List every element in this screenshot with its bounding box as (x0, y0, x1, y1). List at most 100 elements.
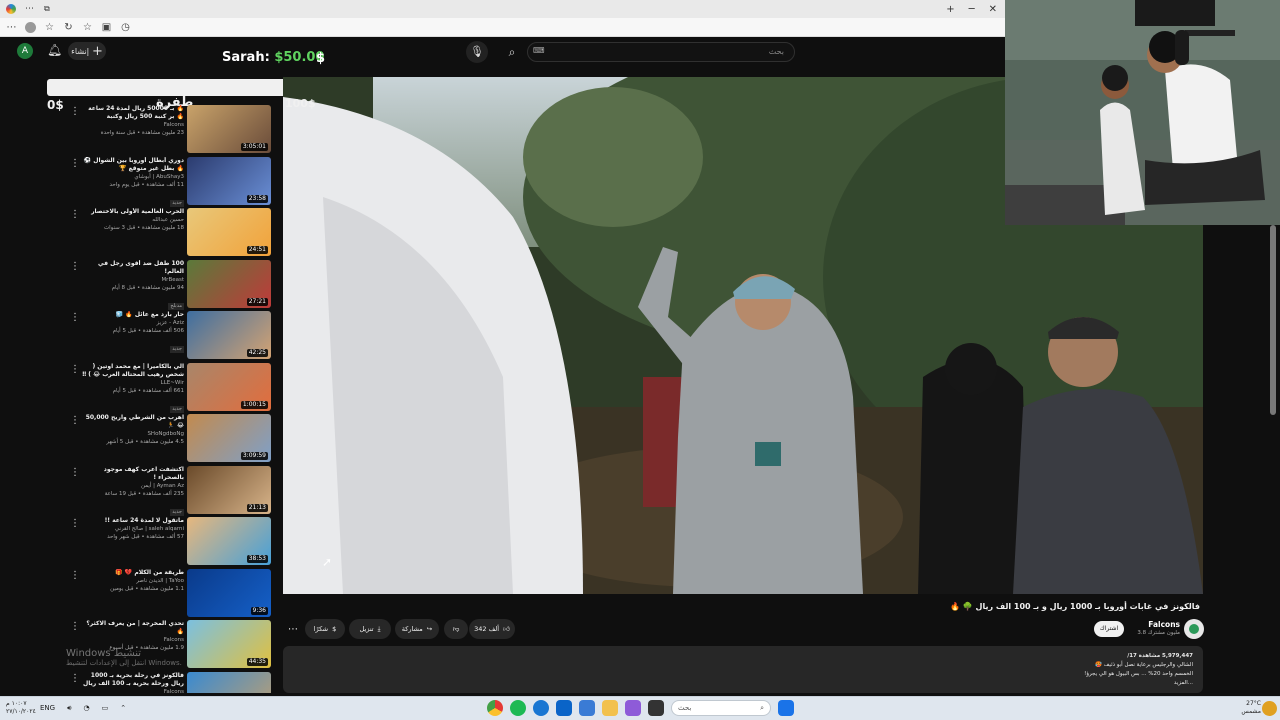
list-item-channel[interactable]: Falcons (80, 636, 184, 644)
search-input[interactable]: بحث (527, 42, 795, 62)
start-icon[interactable] (778, 700, 794, 716)
profile-icon[interactable] (25, 21, 36, 33)
list-item-title[interactable]: تحدي المخرجة | من يعرف الاكثر؟ 🔥 (80, 620, 184, 636)
dislike-button[interactable]: 👎︎ (444, 619, 468, 639)
page-scrollbar[interactable] (1270, 225, 1276, 415)
tray-expand-icon[interactable]: ⌃ (120, 704, 126, 713)
bell-icon[interactable]: 🔔︎ (47, 43, 62, 57)
kebab-menu-icon[interactable]: ⋮ (70, 107, 80, 117)
list-item-title[interactable]: ماتقول لا لمدة 24 ساعة !! (80, 517, 184, 525)
kebab-menu-icon[interactable]: ⋮ (70, 364, 80, 375)
list-item-title[interactable]: طريقة من الكلام 💔 🎁 (80, 569, 184, 577)
browser-logo-icon[interactable] (6, 4, 16, 14)
close-window-button[interactable]: ✕ (989, 4, 997, 15)
collections-icon[interactable]: ▣ (101, 22, 112, 33)
tab-restore-icon[interactable]: ⧉ (44, 4, 54, 14)
list-item[interactable]: ⋮ 100 طفل ضد أقوى رجل في العالم! MrBeast 94… (66, 259, 278, 311)
avatar[interactable]: A (17, 43, 33, 59)
list-item-thumbnail[interactable]: 44:35 (187, 620, 271, 668)
list-item-channel[interactable]: حسين عبدالله (80, 216, 184, 224)
description-box[interactable]: 5,979,447 مشاهدة 17/ الشالي والرجليس برع… (283, 646, 1203, 693)
kebab-menu-icon[interactable]: ⋮ (70, 467, 80, 478)
list-item-channel[interactable]: saleh alqarni | صالح القرني (80, 525, 184, 533)
more-actions-button[interactable]: ⋯ (285, 619, 301, 639)
list-item-channel[interactable]: AbuShay3 | أبوشاي (80, 173, 184, 181)
list-item-thumbnail[interactable]: 27:21 (187, 259, 271, 308)
list-item-channel[interactable]: Ayman Az | أيمن (80, 482, 184, 490)
list-item-thumbnail[interactable]: 3:09:59 (187, 414, 271, 462)
list-item[interactable]: ⋮ دوري أبطال أوروبا بين الشوال ⚽ 🔥 بطل غي… (66, 156, 278, 208)
tab-actions-icon[interactable]: ⋯ (25, 4, 35, 14)
minimize-button[interactable]: ─ (969, 4, 975, 15)
outlook-icon[interactable] (556, 700, 572, 716)
volume-icon[interactable]: 🔊︎ (67, 704, 71, 713)
edge-icon[interactable] (533, 700, 549, 716)
list-item[interactable]: ⋮ طريقة من الكلام 💔 🎁 TaYoo | الديدن ناصر 1… (66, 568, 278, 620)
list-item-thumbnail[interactable]: 9:36 (187, 568, 271, 617)
list-item[interactable]: ⋮ ماتقول لا لمدة 24 ساعة !! saleh alqarni … (66, 517, 278, 568)
kebab-menu-icon[interactable]: ⋮ (70, 158, 80, 169)
list-item-thumbnail[interactable]: 21:13 (187, 465, 271, 514)
terminal-icon[interactable] (648, 700, 664, 716)
list-item-title[interactable]: 🔥 بـ 50000 ريال لمدة 24 ساعة 🔥 بر كنبة 5… (80, 105, 184, 121)
channel-name[interactable]: Falcons (1148, 620, 1180, 629)
list-item[interactable]: ⋮ اهرب من الشرطي واربح 50,000 😂 🏃 SHoNgdbo… (66, 414, 278, 465)
weather-widget[interactable]: 27°C مشمس (1233, 700, 1261, 716)
store-icon[interactable] (579, 700, 595, 716)
list-item-channel[interactable]: Aziz - عزيز (80, 319, 184, 327)
list-item-title[interactable]: الحرب العالمية الأولى بالاختصار (80, 208, 184, 216)
list-item[interactable]: ⋮ الي بالكاميرا | مع محمد اوتين ( شخص رهي… (66, 362, 278, 414)
list-item-thumbnail[interactable]: 24:51 (187, 208, 271, 256)
chrome-icon[interactable] (487, 700, 503, 716)
list-item-channel[interactable]: LLE~Wir (80, 379, 184, 387)
clock[interactable]: ١٠:٠٧ م ٢٧/١٠/٢٠٢٤ (6, 700, 36, 716)
list-item-title[interactable]: الي بالكاميرا | مع محمد اوتين ( شخص رهيب… (80, 363, 184, 379)
kebab-menu-icon[interactable]: ⋮ (70, 519, 80, 529)
list-item[interactable]: ⋮ فالكونز في رحلة بحرية بـ 1000 ريال ورحل… (66, 671, 278, 694)
share-button[interactable]: مشاركة ↪ (395, 619, 439, 639)
list-item-channel[interactable]: SHoNgdboNg (80, 430, 184, 438)
favorite-icon[interactable]: ☆ (44, 22, 55, 33)
kebab-menu-icon[interactable]: ⋮ (70, 416, 80, 426)
lang-indicator[interactable]: ENG (40, 704, 55, 713)
history-icon[interactable]: ◷ (120, 22, 131, 33)
kebab-menu-icon[interactable]: ⋮ (70, 570, 80, 581)
taskbar-search[interactable]: بحث ⌕ (671, 700, 771, 716)
keyboard-icon[interactable]: ⌨ (533, 46, 545, 55)
list-item-thumbnail[interactable]: 1:00:15 (187, 362, 271, 411)
list-item-title[interactable]: دوري أبطال أوروبا بين الشوال ⚽ 🔥 بطل غير… (80, 157, 184, 173)
list-item-title[interactable]: اهرب من الشرطي واربح 50,000 😂 🏃 (80, 414, 184, 430)
channel-logo[interactable] (1184, 619, 1204, 639)
kebab-menu-icon[interactable]: ⋮ (70, 210, 80, 220)
kebab-menu-icon[interactable]: ⋮ (70, 622, 80, 632)
copilot-icon[interactable] (625, 700, 641, 716)
list-item-thumbnail[interactable]: 23:58 (187, 156, 271, 205)
list-item-title[interactable]: حار بارد مع عائل 🔥 🧊 (80, 311, 184, 319)
list-item-channel[interactable]: TaYoo | الديدن ناصر (80, 577, 184, 585)
chip-bar[interactable] (47, 79, 283, 96)
list-item[interactable]: ⋮ حار بارد مع عائل 🔥 🧊 Aziz - عزيز 506 ألف … (66, 311, 278, 362)
thanks-button[interactable]: شكرًا $ (305, 619, 345, 639)
create-button[interactable]: إنشاء + (68, 42, 106, 60)
list-item[interactable]: ⋮ اكتشفت اعرب كهف موجود بالصحراء ! Ayman A… (66, 465, 278, 517)
new-tab-button[interactable]: + (946, 4, 954, 15)
battery-icon[interactable]: ▭ (102, 704, 109, 713)
list-item[interactable]: ⋮ 🔥 بـ 50000 ريال لمدة 24 ساعة 🔥 بر كنبة … (66, 105, 278, 156)
like-button[interactable]: 342 ألف 👍︎ (469, 619, 515, 639)
mic-icon[interactable]: 🎙︎ (466, 41, 488, 63)
refresh-icon[interactable]: ↻ (63, 22, 74, 33)
bookmark-icon[interactable]: ☆ (82, 22, 93, 33)
search-icon[interactable]: ⌕ (500, 41, 524, 63)
network-icon[interactable]: ◔ (84, 704, 90, 713)
list-item-channel[interactable]: MrBeast (80, 276, 184, 284)
list-item-channel[interactable]: Falcons (80, 688, 184, 694)
kebab-menu-icon[interactable]: ⋮ (70, 261, 80, 272)
folder-icon[interactable] (602, 700, 618, 716)
list-item[interactable]: ⋮ الحرب العالمية الأولى بالاختصار حسين عبد… (66, 208, 278, 259)
list-item-title[interactable]: 100 طفل ضد أقوى رجل في العالم! (80, 260, 184, 276)
menu-dots-icon[interactable]: ⋯ (6, 22, 17, 33)
subscribe-button[interactable]: اشتراك (1094, 621, 1124, 637)
list-item-thumbnail[interactable]: 3:05:01 (187, 105, 271, 153)
kebab-menu-icon[interactable]: ⋮ (70, 673, 80, 684)
kebab-menu-icon[interactable]: ⋮ (70, 313, 80, 323)
